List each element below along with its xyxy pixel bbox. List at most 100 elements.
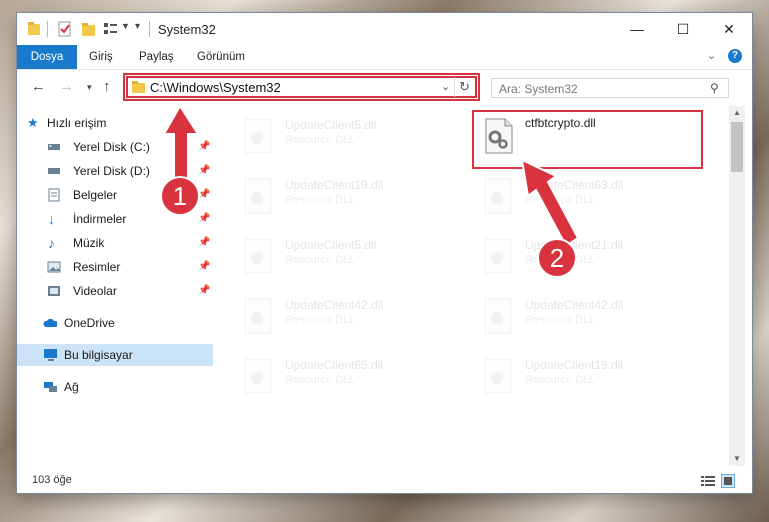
file-name: UpdateClient5.dll (285, 238, 377, 252)
scroll-down-icon[interactable]: ▼ (733, 454, 741, 463)
address-bar-highlight (123, 73, 480, 101)
close-button[interactable]: ✕ (706, 13, 752, 45)
separator (149, 21, 150, 37)
sidebar-item-pictures[interactable]: Resimler 📌 (17, 256, 213, 278)
help-icon[interactable]: ? (728, 49, 742, 63)
tab-share[interactable]: Paylaş (139, 45, 174, 69)
dll-file-icon (244, 238, 272, 274)
sidebar-item-label: Hızlı erişim (47, 116, 107, 130)
expand-ribbon-icon[interactable]: ⌄ (707, 49, 716, 62)
ribbon-tabs: Dosya Giriş Paylaş Görünüm ⌄ ? (17, 45, 752, 69)
list-item[interactable]: UpdateClient65.dll Resource DLL (243, 354, 463, 398)
title-bar: ▼ ▾ System32 — ☐ ✕ (17, 13, 752, 45)
list-item[interactable]: UpdateClient19.dll Resource DLL (483, 354, 703, 398)
file-type: Resource DLL (285, 314, 356, 326)
sidebar-item-videos[interactable]: Videolar 📌 (17, 280, 213, 302)
recent-locations-icon[interactable]: ▾ (87, 82, 92, 93)
dll-file-icon (484, 298, 512, 334)
pin-icon[interactable]: 📌 (198, 280, 210, 302)
file-type: Resource DLL (525, 374, 596, 386)
dll-file-icon (484, 178, 512, 214)
file-name: UpdateClient5.dll (285, 118, 377, 132)
back-arrow-icon[interactable]: ← (31, 78, 46, 95)
up-arrow-icon[interactable]: ↑ (103, 78, 111, 95)
maximize-button[interactable]: ☐ (660, 13, 706, 45)
status-bar: 103 öğe (17, 469, 752, 493)
pin-icon[interactable]: 📌 (198, 232, 210, 254)
sidebar-item-network[interactable]: Ağ (17, 376, 213, 398)
folder-icon (28, 22, 40, 35)
details-view-icon[interactable] (701, 475, 715, 487)
file-name: UpdateClient42.dll (525, 298, 624, 312)
pin-icon[interactable]: 📌 (198, 256, 210, 278)
file-name: UpdateClient19.dll (525, 358, 624, 372)
file-name: UpdateClient19.dll (285, 178, 384, 192)
star-icon: ★ (27, 115, 39, 130)
list-item[interactable]: UpdateClient5.dll Resource DLL (243, 234, 463, 278)
sidebar-item-music[interactable]: ♪ Müzik 📌 (17, 232, 213, 254)
vertical-scrollbar[interactable]: ▲ ▼ (729, 106, 745, 466)
window-title: System32 (158, 22, 216, 37)
large-icons-view-icon[interactable] (721, 474, 735, 488)
dll-file-icon (244, 298, 272, 334)
search-input[interactable]: Ara: System32 ⚲ (491, 78, 729, 98)
sidebar-item-label: Yerel Disk (C:) (73, 140, 150, 154)
properties-icon[interactable] (57, 21, 73, 37)
file-type: Resource DLL (285, 374, 356, 386)
dll-file-icon (244, 358, 272, 394)
list-item[interactable]: UpdateClient21.dll Resource DLL (483, 234, 703, 278)
file-type: Resource DLL (285, 254, 356, 266)
file-type: Resource DLL (525, 314, 596, 326)
sidebar-item-label: Videolar (73, 284, 117, 298)
sidebar-item-label: İndirmeler (73, 212, 127, 226)
customize-toolbar-icon[interactable] (103, 21, 119, 37)
sidebar-item-label: Yerel Disk (D:) (73, 164, 150, 178)
network-icon (44, 382, 57, 392)
file-type: Resource DLL (285, 194, 356, 206)
sidebar-item-onedrive[interactable]: OneDrive (17, 312, 213, 334)
scrollbar-thumb[interactable] (731, 122, 743, 172)
pin-icon[interactable]: 📌 (198, 208, 210, 230)
search-placeholder: Ara: System32 (499, 82, 578, 96)
list-item[interactable]: UpdateClient5.dll Resource DLL (243, 114, 463, 158)
list-item[interactable]: UpdateClient63.dll Resource DLL (483, 174, 703, 218)
cloud-icon (43, 318, 57, 327)
drive-icon (48, 144, 60, 150)
sidebar-item-label: Ağ (64, 380, 79, 394)
list-item[interactable]: UpdateClient19.dll Resource DLL (243, 174, 463, 218)
sidebar-item-this-pc[interactable]: Bu bilgisayar (17, 344, 213, 366)
sidebar-item-label: Müzik (73, 236, 105, 250)
dll-file-icon (244, 178, 272, 214)
sidebar-item-label: OneDrive (64, 316, 115, 330)
step-badge-1: 1 (160, 176, 200, 216)
tab-view[interactable]: Görünüm (197, 45, 245, 69)
chevron-down-icon[interactable]: ▼ (121, 21, 130, 31)
scroll-up-icon[interactable]: ▲ (733, 108, 741, 117)
tab-file[interactable]: Dosya (17, 45, 77, 69)
videos-icon (48, 286, 60, 296)
dll-file-icon (484, 238, 512, 274)
pictures-icon (47, 261, 61, 273)
search-icon[interactable]: ⚲ (710, 81, 719, 95)
step-badge-2: 2 (537, 238, 577, 278)
new-folder-icon[interactable] (81, 21, 97, 37)
sidebar-item-label: Bu bilgisayar (64, 348, 133, 362)
item-count: 103 öğe (32, 474, 72, 486)
quick-access-dropdown-icon[interactable]: ▾ (135, 21, 140, 32)
minimize-button[interactable]: — (614, 13, 660, 45)
music-icon: ♪ (48, 235, 55, 251)
file-type: Resource DLL (285, 134, 356, 146)
file-name: UpdateClient65.dll (285, 358, 384, 372)
file-name: UpdateClient42.dll (285, 298, 384, 312)
sidebar-item-label: Belgeler (73, 188, 118, 202)
computer-icon (44, 349, 57, 361)
forward-arrow-icon[interactable]: → (59, 78, 74, 95)
dll-file-icon (484, 358, 512, 394)
documents-icon (48, 188, 60, 202)
sidebar-item-label: Resimler (73, 260, 121, 274)
separator (47, 21, 48, 37)
tab-home[interactable]: Giriş (89, 45, 113, 69)
list-item[interactable]: UpdateClient42.dll Resource DLL (243, 294, 463, 338)
list-item[interactable]: UpdateClient42.dll Resource DLL (483, 294, 703, 338)
download-icon: ↓ (48, 211, 55, 227)
